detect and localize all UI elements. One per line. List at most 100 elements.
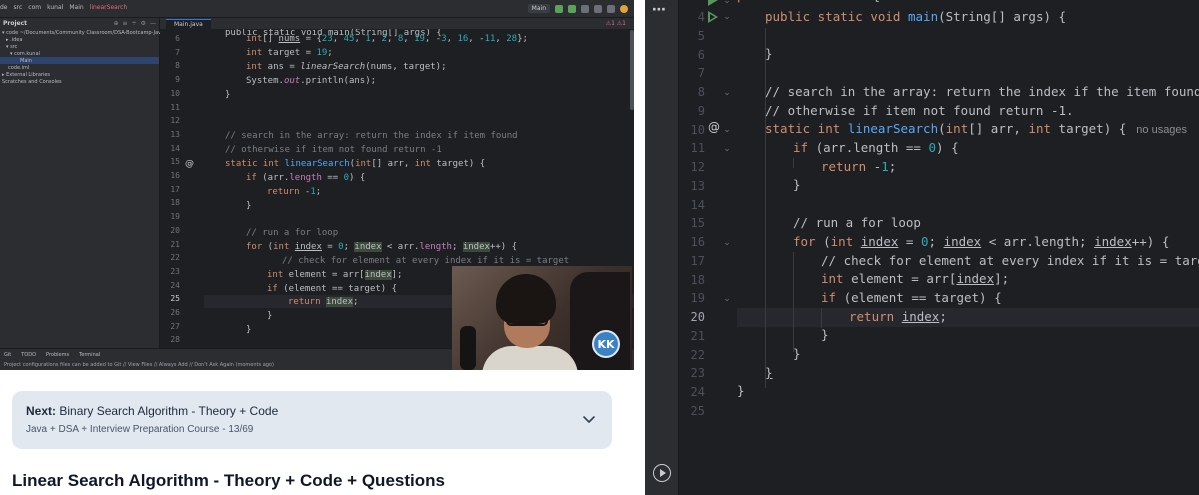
video-git-icon [594, 4, 602, 13]
video-line-number: 25 [170, 294, 180, 304]
code-line: if (element == target) { [821, 290, 1002, 305]
line-number: 14 [690, 197, 705, 212]
video-project-tool-icon: ⊕ [113, 20, 119, 27]
line-number: 24 [690, 385, 705, 399]
video-breadcrumb-item: de [0, 4, 8, 11]
video-project-tools: ⊕ ≡ ÷ ⚙ — [114, 20, 156, 27]
video-code-line: // otherwise if item not found return -1 [225, 145, 442, 155]
code-line: int element = arr[index]; [821, 271, 1010, 286]
line-number: 18 [690, 272, 705, 287]
video-line-number: 15 [170, 157, 180, 167]
fold-chevron-icon[interactable]: ⌄ [722, 294, 732, 304]
line-number: 13 [690, 178, 705, 193]
video-code-line: return -1; [267, 187, 322, 197]
video-line-number: 27 [170, 321, 180, 331]
video-line-number: 26 [170, 308, 180, 317]
video-line-number: 19 [170, 212, 180, 222]
video-line-number: 14 [170, 143, 180, 153]
video-line-number: 16 [170, 171, 180, 180]
video-project-tool-icon: ÷ [131, 20, 137, 27]
video-project-header: Project ⊕ ≡ ÷ ⚙ — [0, 18, 159, 29]
video-code-line: int target = 19; [246, 48, 333, 58]
video-override-icon: @ [185, 159, 194, 169]
code-line: // check for element at every index if i… [821, 253, 1199, 268]
video-project-panel: Project ⊕ ≡ ÷ ⚙ — ▾ code ~/Documents/Communi… [0, 18, 164, 348]
line-number: 16 [690, 235, 705, 249]
code-line: public class Main { [737, 0, 880, 3]
fold-chevron-icon[interactable]: ⌄ [722, 238, 732, 248]
code-line: static int linearSearch(int[] arr, int t… [765, 121, 1188, 136]
video-line-number: 18 [170, 198, 180, 208]
video-tree-item: Main [0, 57, 159, 64]
next-lesson-name: Binary Search Algorithm - Theory + Code [59, 404, 279, 418]
code-line: return index; [849, 309, 947, 324]
video-code-line: } [246, 325, 252, 335]
video-editor-tabs: Main.java ⚠1 ⚠1 [160, 18, 634, 29]
usage-hint[interactable]: no usages [1136, 124, 1187, 136]
services-run-icon[interactable] [653, 464, 671, 482]
video-line-number: 12 [170, 116, 180, 126]
line-number: 12 [690, 160, 705, 174]
fold-chevron-icon[interactable]: ⌄ [722, 12, 732, 22]
video-code-line: } [225, 90, 231, 100]
fold-chevron-icon[interactable]: ⌄ [722, 125, 732, 135]
video-bottom-tab: Problems [46, 352, 70, 358]
line-number: 7 [697, 66, 705, 81]
line-number: 10 [690, 122, 705, 137]
run-gutter-icon[interactable] [708, 0, 718, 6]
code-line: } [821, 327, 829, 342]
video-breadcrumb-item: Main [69, 4, 84, 11]
line-number: 25 [690, 403, 705, 418]
video-project-tool-icon: ≡ [122, 20, 128, 27]
video-code-line: int element = arr[index]; [267, 270, 403, 280]
code-line: for (int index = 0; index < arr.length; … [793, 234, 1170, 249]
ide-editor: ⋯ ⌄ ⌄ ⌄ @ ⌄ ⌄ ⌄ ⌄ 4 5 6 7 8 9 10 11 12 13 14 15 16 17… [645, 0, 1199, 495]
code-line: return -1; [821, 159, 897, 174]
indent-guide [821, 308, 822, 328]
line-number: 21 [690, 328, 705, 343]
indent-guide [793, 252, 794, 352]
line-number: 4 [697, 10, 705, 24]
next-lesson-title[interactable]: Next: Binary Search Algorithm - Theory +… [26, 404, 278, 418]
video-breadcrumb-item: linearSearch [89, 4, 128, 11]
next-lesson-course: Java + DSA + Interview Preparation Cours… [26, 424, 254, 435]
course-page: de src com kunal Main linearSearch Main Proje… [0, 0, 645, 495]
video-breadcrumb-item: com [28, 4, 42, 11]
line-number: 6 [697, 47, 705, 62]
video-project-tool-icon: — [150, 20, 156, 27]
lesson-video[interactable]: de src com kunal Main linearSearch Main Proje… [0, 0, 634, 370]
run-main-icon[interactable] [708, 11, 718, 23]
video-tree-item: ▸ .idea [6, 36, 23, 43]
video-project-tree: ▾ code ~/Documents/Community Classroom/D… [0, 29, 164, 85]
video-line-number: 13 [170, 129, 180, 139]
fold-chevron-icon[interactable]: ⌄ [722, 88, 732, 98]
video-status-text: Project configurations files can be adde… [4, 362, 274, 368]
more-options-icon[interactable]: ⋯ [652, 2, 667, 18]
video-code-line: return index; [288, 297, 359, 307]
line-number: 5 [697, 28, 705, 43]
video-ide-toolbar: de src com kunal Main linearSearch Main [0, 0, 634, 18]
video-line-number: 24 [170, 280, 180, 290]
fold-chevron-icon[interactable]: ⌄ [722, 0, 732, 6]
override-at-icon[interactable]: @ [708, 120, 720, 134]
video-code-line: for (int index = 0; index < arr.length; … [246, 242, 517, 252]
code-line: // otherwise if item not found return -1… [765, 103, 1074, 118]
chevron-down-icon[interactable] [582, 412, 596, 426]
video-project-title: Project [3, 20, 28, 27]
next-lesson-card[interactable]: Next: Binary Search Algorithm - Theory +… [12, 391, 612, 449]
ide-code-area[interactable]: public class Main { public static void m… [737, 0, 1199, 495]
video-line-number: 28 [170, 335, 180, 345]
line-number: 15 [690, 216, 705, 231]
video-code-line: static int linearSearch(int[] arr, int t… [225, 159, 486, 169]
video-search-icon [607, 4, 615, 13]
video-line-number: 11 [170, 102, 180, 112]
video-line-number: 20 [170, 225, 180, 235]
video-code-line: // run a for loop [246, 228, 339, 238]
next-lesson-prefix: Next: [26, 404, 57, 418]
code-line: public static void main(String[] args) { [765, 9, 1067, 24]
fold-chevron-icon[interactable]: ⌄ [722, 144, 732, 154]
video-stop-icon [581, 4, 589, 13]
code-line: if (arr.length == 0) { [793, 140, 959, 155]
video-code-line: // search in the array: return the index… [225, 131, 518, 141]
video-line-number: 23 [170, 266, 180, 276]
